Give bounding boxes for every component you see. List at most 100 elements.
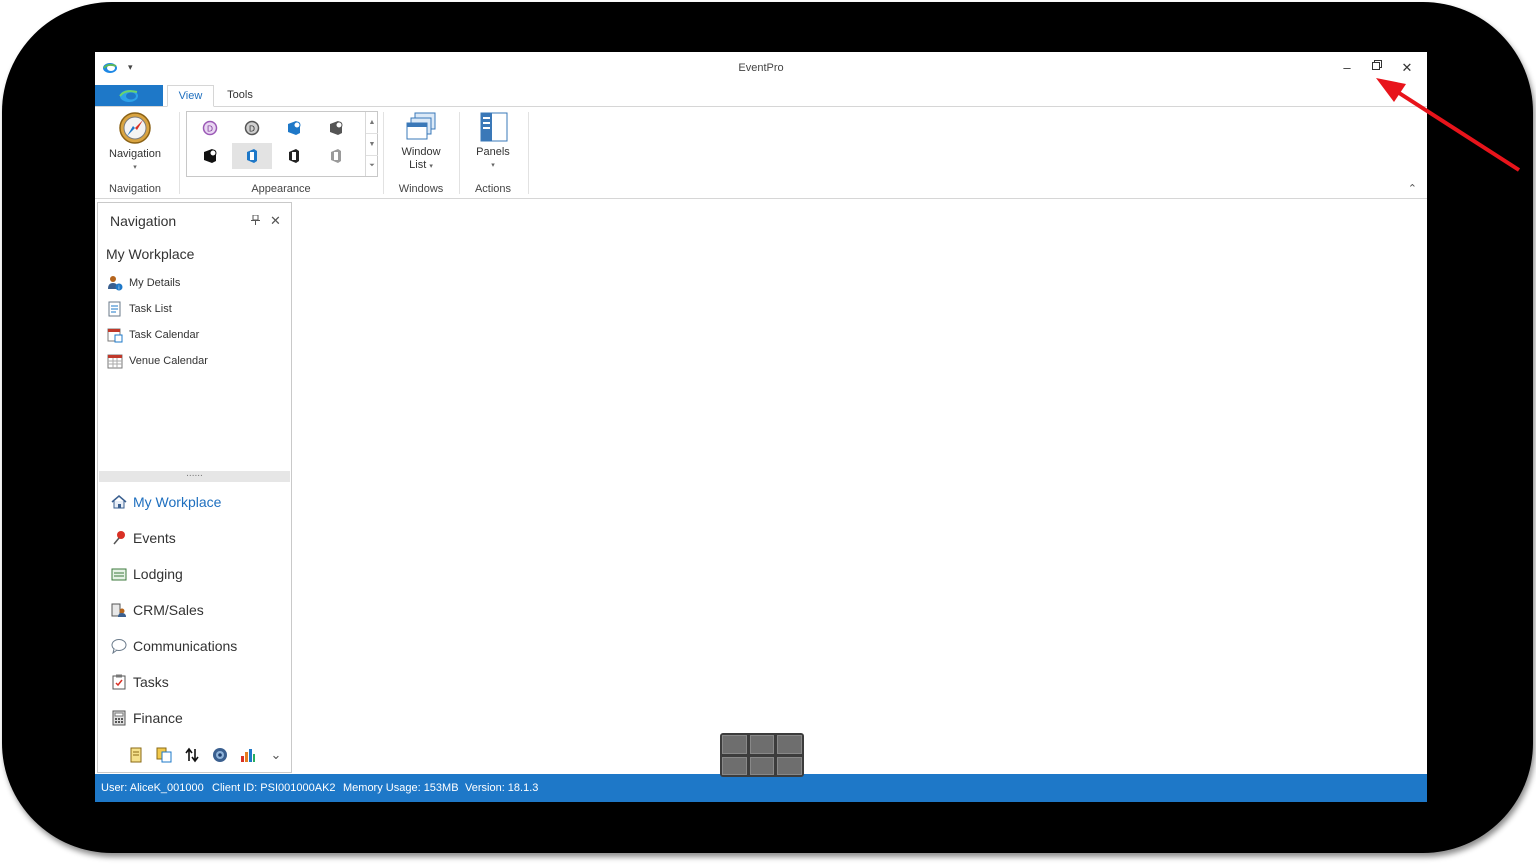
group-separator: [528, 112, 529, 194]
venue-calendar-icon: [107, 354, 123, 369]
section-title-my-workplace: My Workplace: [106, 246, 195, 262]
group-label-windows: Windows: [398, 183, 444, 195]
minimize-button[interactable]: –: [1332, 58, 1362, 78]
theme-purple-icon[interactable]: D: [190, 115, 230, 141]
group-label-navigation: Navigation: [109, 183, 161, 195]
speech-bubble-icon: [111, 639, 127, 654]
theme-office-gray-icon[interactable]: [316, 115, 356, 141]
window-list-label-line2: List: [409, 159, 427, 171]
module-label: Events: [133, 530, 176, 546]
nav-item-label: Venue Calendar: [129, 355, 208, 367]
restore-icon: [1372, 60, 1382, 70]
navigation-panel-title: Navigation: [110, 213, 177, 229]
dropdown-arrow-icon: ▾: [133, 164, 137, 171]
collapse-ribbon-icon[interactable]: ⌃: [1408, 182, 1417, 195]
snap-tile: [749, 756, 775, 775]
status-client-id: Client ID: PSI001000AK2: [212, 782, 336, 794]
window-snap-tiles-icon[interactable]: [720, 733, 804, 777]
title-bar: ▾ EventPro – ✕: [95, 52, 1427, 85]
svg-text:i: i: [118, 286, 119, 292]
module-label: Finance: [133, 710, 183, 726]
theme-office-blue-icon[interactable]: [274, 115, 314, 141]
gallery-scroll-down-icon[interactable]: ▼: [366, 133, 378, 155]
ribbon-tab-row: View Tools: [95, 85, 1427, 107]
module-communications[interactable]: Communications: [111, 636, 237, 656]
group-label-appearance: Appearance: [251, 183, 311, 195]
module-my-workplace[interactable]: My Workplace: [111, 492, 221, 512]
nav-item-task-calendar[interactable]: Task Calendar: [107, 326, 199, 344]
crm-icon: [111, 603, 126, 617]
gallery-expand-icon[interactable]: ⏷: [366, 155, 378, 176]
panels-icon: [480, 112, 508, 142]
panels-label: Panels: [476, 146, 510, 158]
reports-chart-icon[interactable]: [240, 747, 256, 763]
gallery-scroll-up-icon[interactable]: ▲: [366, 112, 378, 133]
svg-text:D: D: [207, 125, 213, 134]
workspace-area: [294, 202, 1427, 773]
pin-icon: [113, 531, 125, 545]
nav-item-my-details[interactable]: i My Details: [107, 274, 180, 292]
tab-tools[interactable]: Tools: [219, 85, 261, 106]
theme-office-dark-icon[interactable]: [274, 143, 314, 169]
ribbon: Navigation ▾ Navigation D D ▲ ▼ ⏷ Appear…: [95, 107, 1427, 199]
eventpro-file-logo-icon: [119, 90, 138, 102]
tab-view[interactable]: View: [167, 85, 214, 107]
close-button[interactable]: ✕: [1392, 58, 1422, 78]
close-panel-icon[interactable]: ✕: [270, 213, 281, 229]
gallery-scrollbar[interactable]: ▲ ▼ ⏷: [365, 112, 378, 176]
theme-office-black-icon[interactable]: [190, 143, 230, 169]
theme-office-light-icon[interactable]: [316, 143, 356, 169]
window-list-label-line1: Window: [401, 146, 441, 158]
module-tasks[interactable]: Tasks: [111, 672, 169, 692]
documents-icon[interactable]: [156, 747, 172, 763]
window-list-button[interactable]: Window List ▾: [393, 111, 449, 173]
clipboard-icon: [112, 674, 126, 690]
user-info-icon: i: [108, 276, 123, 292]
compass-icon: [119, 112, 151, 144]
notes-icon[interactable]: [128, 747, 144, 763]
theme-office-selected-icon[interactable]: [232, 143, 272, 169]
snap-tile: [777, 756, 802, 775]
theme-gray-icon[interactable]: D: [232, 115, 272, 141]
navigation-button-label: Navigation: [109, 148, 161, 160]
panel-splitter[interactable]: ......: [99, 469, 290, 482]
file-tab[interactable]: [95, 85, 163, 106]
status-version: Version: 18.1.3: [465, 782, 539, 794]
nav-item-label: Task Calendar: [129, 329, 200, 341]
window-list-label-line2-wrap: List ▾: [393, 159, 449, 173]
home-icon: [111, 495, 127, 509]
status-user: User: AliceK_001000: [101, 782, 204, 794]
group-separator: [179, 112, 180, 194]
panels-button[interactable]: Panels ▾: [465, 111, 521, 172]
nav-item-label: My Details: [129, 277, 181, 289]
dropdown-arrow-icon: ▾: [491, 162, 495, 169]
pin-icon[interactable]: [251, 214, 260, 228]
nav-item-label: Task List: [129, 303, 172, 315]
module-lodging[interactable]: Lodging: [111, 564, 183, 584]
group-label-actions: Actions: [474, 183, 512, 195]
snap-tile: [777, 735, 802, 754]
navigation-ribbon-button[interactable]: Navigation ▾: [107, 111, 163, 174]
module-finance[interactable]: Finance: [111, 708, 183, 728]
module-label: Lodging: [133, 566, 183, 582]
module-events[interactable]: Events: [111, 528, 176, 548]
dropdown-arrow-icon: ▾: [429, 163, 433, 170]
snap-tile: [749, 735, 775, 754]
module-label: My Workplace: [133, 494, 222, 510]
nav-item-venue-calendar[interactable]: Venue Calendar: [107, 352, 208, 370]
calculator-icon: [112, 710, 126, 726]
module-crm-sales[interactable]: CRM/Sales: [111, 600, 204, 620]
module-label: CRM/Sales: [133, 602, 204, 618]
nav-item-task-list[interactable]: Task List: [107, 300, 172, 318]
module-label: Tasks: [133, 674, 169, 690]
appearance-gallery: D D ▲ ▼ ⏷: [186, 111, 378, 177]
restore-button[interactable]: [1362, 58, 1392, 78]
navigation-panel: Navigation ✕ My Workplace i My Details T…: [97, 202, 292, 773]
group-separator: [383, 112, 384, 194]
more-modules-chevron-icon[interactable]: ⌄: [268, 747, 284, 763]
task-calendar-icon: [107, 328, 123, 343]
transfer-arrows-icon[interactable]: [184, 747, 200, 763]
group-separator: [459, 112, 460, 194]
globe-icon[interactable]: [212, 747, 228, 763]
snap-tile: [722, 756, 747, 775]
